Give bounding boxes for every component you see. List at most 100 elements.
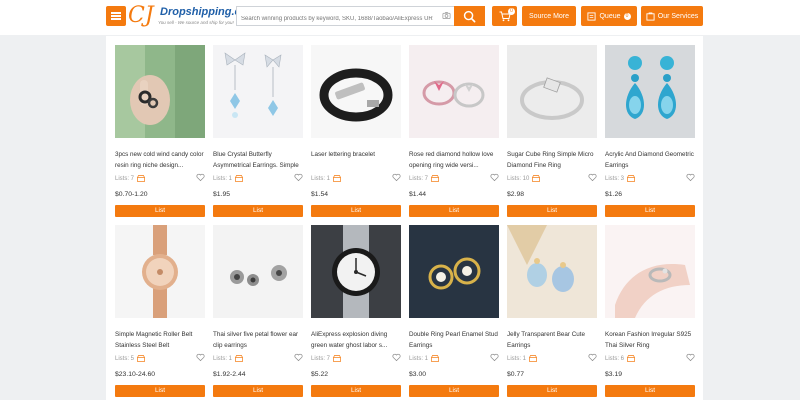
list-button[interactable]: List bbox=[507, 205, 597, 217]
heart-icon[interactable] bbox=[490, 173, 499, 182]
search-button[interactable] bbox=[454, 6, 485, 26]
store-icon[interactable] bbox=[529, 355, 537, 362]
search-box bbox=[236, 6, 454, 28]
heart-icon[interactable] bbox=[686, 173, 695, 182]
heart-icon[interactable] bbox=[196, 173, 205, 182]
heart-icon[interactable] bbox=[490, 353, 499, 362]
heart-icon[interactable] bbox=[196, 353, 205, 362]
product-price: $23.10-24.60 bbox=[115, 371, 156, 378]
store-icon[interactable] bbox=[235, 355, 243, 362]
product-lists: Lists: 6 bbox=[605, 355, 635, 362]
source-more-button[interactable]: Source More bbox=[522, 6, 576, 26]
product-title[interactable]: Sugar Cube Ring Simple Micro Diamond Fin… bbox=[507, 150, 597, 172]
list-button[interactable]: List bbox=[409, 205, 499, 217]
logo-tagline: You sell - We source and ship for you! bbox=[158, 20, 234, 25]
product-price: $1.44 bbox=[409, 191, 427, 198]
product-image[interactable] bbox=[605, 45, 695, 138]
product-image[interactable] bbox=[507, 225, 597, 318]
store-icon[interactable] bbox=[532, 175, 541, 182]
list-button[interactable]: List bbox=[605, 385, 695, 397]
product-title[interactable]: Laser lettering bracelet bbox=[311, 150, 401, 172]
store-icon[interactable] bbox=[431, 175, 439, 182]
product-image[interactable] bbox=[311, 225, 401, 318]
product-price: $2.98 bbox=[507, 191, 525, 198]
list-button[interactable]: List bbox=[115, 385, 205, 397]
product-title[interactable]: Korean Fashion Irregular S925 Thai Silve… bbox=[605, 330, 695, 352]
product-image[interactable] bbox=[507, 45, 597, 138]
heart-icon[interactable] bbox=[588, 353, 597, 362]
list-button[interactable]: List bbox=[409, 385, 499, 397]
site-logo[interactable]: CJ Dropshipping.com You sell - We source… bbox=[128, 3, 257, 31]
product-image[interactable] bbox=[115, 225, 205, 318]
store-icon[interactable] bbox=[431, 355, 439, 362]
product-title[interactable]: AliExpress explosion diving green water … bbox=[311, 330, 401, 352]
product-image[interactable] bbox=[213, 45, 303, 138]
product-lists: Lists: 5 bbox=[115, 355, 145, 362]
menu-icon[interactable] bbox=[106, 6, 126, 26]
source-more-label: Source More bbox=[528, 12, 570, 20]
store-icon[interactable] bbox=[137, 355, 145, 362]
our-services-button[interactable]: Our Services bbox=[641, 6, 703, 26]
product-image[interactable] bbox=[311, 45, 401, 138]
product-lists: Lists: 7 bbox=[115, 175, 145, 182]
store-icon[interactable] bbox=[235, 175, 243, 182]
product-title[interactable]: Double Ring Pearl Enamel Stud Earrings bbox=[409, 330, 499, 352]
list-button[interactable]: List bbox=[213, 205, 303, 217]
heart-icon[interactable] bbox=[686, 353, 695, 362]
product-price: $1.92-2.44 bbox=[213, 371, 246, 378]
lists-count: Lists: 6 bbox=[605, 355, 625, 362]
list-button[interactable]: List bbox=[311, 205, 401, 217]
product-price: $0.77 bbox=[507, 371, 525, 378]
product-price: $1.54 bbox=[311, 191, 329, 198]
product-title[interactable]: Acrylic And Diamond Geometric Earrings bbox=[605, 150, 695, 172]
product-image[interactable] bbox=[605, 225, 695, 318]
cart-button[interactable]: 0 bbox=[492, 6, 517, 26]
search-icon bbox=[463, 10, 476, 22]
store-icon[interactable] bbox=[627, 175, 635, 182]
product-image[interactable] bbox=[409, 45, 499, 138]
lists-count: Lists: 1 bbox=[213, 355, 233, 362]
queue-icon bbox=[587, 11, 597, 21]
queue-button[interactable]: Queue 0 bbox=[581, 6, 637, 26]
lists-count: Lists: 7 bbox=[115, 175, 135, 182]
heart-icon[interactable] bbox=[294, 353, 303, 362]
product-lists: Lists: 1 bbox=[507, 355, 537, 362]
store-icon[interactable] bbox=[333, 175, 341, 182]
heart-icon[interactable] bbox=[392, 353, 401, 362]
search-input[interactable] bbox=[237, 10, 433, 28]
services-icon bbox=[646, 11, 655, 21]
lists-count: Lists: 1 bbox=[409, 355, 429, 362]
list-button[interactable]: List bbox=[311, 385, 401, 397]
product-lists: Lists: 1 bbox=[311, 175, 341, 182]
list-button[interactable]: List bbox=[507, 385, 597, 397]
product-title[interactable]: Blue Crystal Butterfly Asymmetrical Earr… bbox=[213, 150, 303, 172]
product-price: $0.70-1.20 bbox=[115, 191, 148, 198]
product-title[interactable]: Rose red diamond hollow love opening rin… bbox=[409, 150, 499, 172]
product-title[interactable]: Thai silver five petal flower ear clip e… bbox=[213, 330, 303, 352]
list-button[interactable]: List bbox=[115, 205, 205, 217]
queue-label: Queue bbox=[599, 12, 621, 20]
product-image[interactable] bbox=[213, 225, 303, 318]
product-title[interactable]: 3pcs new cold wind candy color resin rin… bbox=[115, 150, 205, 172]
product-image[interactable] bbox=[409, 225, 499, 318]
product-title[interactable]: Jelly Transparent Bear Cute Earrings bbox=[507, 330, 597, 352]
heart-icon[interactable] bbox=[294, 173, 303, 182]
list-button[interactable]: List bbox=[213, 385, 303, 397]
product-price: $3.19 bbox=[605, 371, 623, 378]
heart-icon[interactable] bbox=[588, 173, 597, 182]
logo-mark: CJ bbox=[128, 3, 154, 28]
store-icon[interactable] bbox=[333, 355, 341, 362]
queue-count-badge: 0 bbox=[623, 12, 631, 20]
product-lists: Lists: 1 bbox=[213, 355, 243, 362]
store-icon[interactable] bbox=[627, 355, 635, 362]
lists-count: Lists: 1 bbox=[213, 175, 233, 182]
product-image[interactable] bbox=[115, 45, 205, 138]
lists-count: Lists: 3 bbox=[605, 175, 625, 182]
list-button[interactable]: List bbox=[605, 205, 695, 217]
heart-icon[interactable] bbox=[392, 173, 401, 182]
our-services-label: Our Services bbox=[657, 12, 699, 20]
store-icon[interactable] bbox=[137, 175, 145, 182]
product-title[interactable]: Simple Magnetic Roller Belt Stainless St… bbox=[115, 330, 205, 352]
camera-icon[interactable] bbox=[442, 11, 451, 20]
product-lists: Lists: 7 bbox=[409, 175, 439, 182]
